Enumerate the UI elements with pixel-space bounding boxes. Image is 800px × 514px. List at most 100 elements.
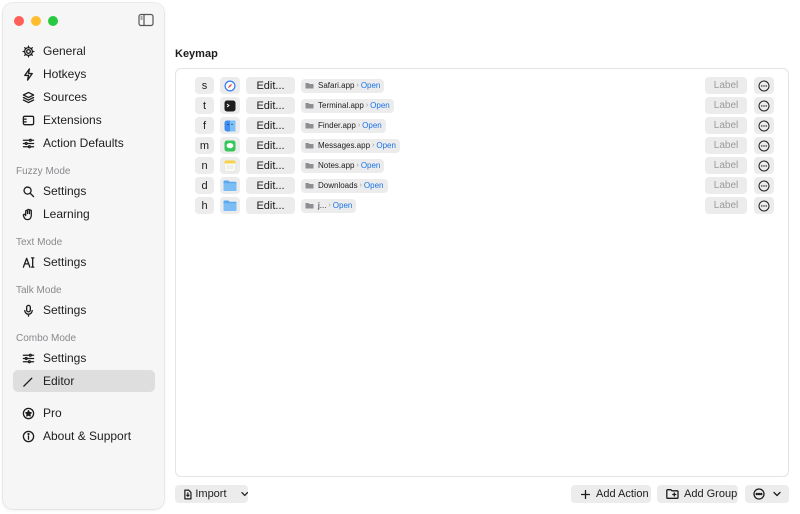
sidebar-item-label: Action Defaults <box>43 136 124 150</box>
path-text: Terminal.app <box>318 101 364 110</box>
edit-button[interactable]: Edit... <box>246 77 295 94</box>
zoom-window-button[interactable] <box>48 16 58 26</box>
sidebar-item-label: General <box>43 44 86 58</box>
open-link[interactable]: Open <box>361 161 381 170</box>
more-options-button[interactable] <box>754 117 774 134</box>
more-options-button[interactable] <box>754 77 774 94</box>
sidebar-item-sources[interactable]: Sources <box>13 86 155 108</box>
sidebar-item-talk-settings[interactable]: Settings <box>13 299 155 321</box>
sidebar-item-about-support[interactable]: About & Support <box>13 425 155 447</box>
key-badge[interactable]: t <box>195 97 214 114</box>
minimize-window-button[interactable] <box>31 16 41 26</box>
edit-button[interactable]: Edit... <box>246 177 295 194</box>
key-badge[interactable]: h <box>195 197 214 214</box>
sidebar-item-combo-settings[interactable]: Settings <box>13 347 155 369</box>
open-link[interactable]: Open <box>364 181 384 190</box>
folder-icon <box>305 103 314 109</box>
path-separator: › <box>356 82 359 89</box>
open-link[interactable]: Open <box>376 141 396 150</box>
sidebar-item-hotkeys[interactable]: Hotkeys <box>13 63 155 85</box>
label-button[interactable]: Label <box>705 117 747 134</box>
add-action-button[interactable]: Add Action <box>571 485 651 503</box>
label-button[interactable]: Label <box>705 97 747 114</box>
sidebar-item-pro[interactable]: Pro <box>13 402 155 424</box>
path-separator: › <box>357 122 361 129</box>
sidebar-item-fuzzy-settings[interactable]: Settings <box>13 180 155 202</box>
close-window-button[interactable] <box>14 16 24 26</box>
sidebar-item-general[interactable]: General <box>13 40 155 62</box>
sidebar-item-label: Settings <box>43 351 87 365</box>
more-actions-menu-button[interactable] <box>745 485 789 503</box>
more-options-button[interactable] <box>754 197 774 214</box>
notes-app-icon <box>220 157 240 174</box>
open-link[interactable]: Open <box>370 101 390 110</box>
key-badge[interactable]: s <box>195 77 214 94</box>
key-badge[interactable]: d <box>195 177 214 194</box>
label-button[interactable]: Label <box>705 77 747 94</box>
path-text: Messages.app <box>318 141 371 150</box>
path-pill: j... › Open <box>301 198 357 213</box>
folder-icon <box>305 163 314 169</box>
edit-button[interactable]: Edit... <box>246 137 295 154</box>
keymap-row: m Edit... Messages.app › Open Label <box>176 137 788 154</box>
folder-plus-icon <box>666 489 679 499</box>
gear-icon <box>21 44 35 58</box>
path-text: Safari.app <box>318 81 355 90</box>
sidebar-item-label: Settings <box>43 303 87 317</box>
keymap-row: d Edit... Downloads › Open Label <box>176 177 788 194</box>
app-window: General Hotkeys Sources Extensions Actio… <box>0 0 800 514</box>
sidebar-item-label: Editor <box>43 374 75 388</box>
page-title: Keymap <box>175 48 218 60</box>
add-group-button[interactable]: Add Group <box>657 485 738 503</box>
path-pill: Downloads › Open <box>301 178 388 193</box>
ellipsis-circle-icon <box>758 120 770 131</box>
label-button[interactable]: Label <box>705 137 747 154</box>
sidebar-item-label: Learning <box>43 207 90 221</box>
sidebar-item-fuzzy-learning[interactable]: Learning <box>13 203 155 225</box>
path-pill: Notes.app › Open <box>301 158 385 173</box>
open-link[interactable]: Open <box>362 121 382 130</box>
more-options-button[interactable] <box>754 177 774 194</box>
more-options-button[interactable] <box>754 97 774 114</box>
label-button[interactable]: Label <box>705 197 747 214</box>
ellipsis-circle-icon <box>758 140 770 151</box>
more-options-button[interactable] <box>754 137 774 154</box>
key-badge[interactable]: m <box>195 137 214 154</box>
path-separator: › <box>365 102 369 109</box>
ellipsis-circle-icon <box>758 100 770 111</box>
edit-button[interactable]: Edit... <box>246 197 295 214</box>
search-icon <box>21 184 35 198</box>
open-link[interactable]: Open <box>333 201 353 210</box>
label-button[interactable]: Label <box>705 157 747 174</box>
keymap-row: n Edit... Notes.app › Open Label <box>176 157 788 174</box>
section-title-text-mode: Text Mode <box>16 237 63 248</box>
sidebar-toggle-icon[interactable] <box>138 13 154 27</box>
folder-icon <box>220 197 240 214</box>
path-pill: Finder.app › Open <box>301 118 386 133</box>
edit-button[interactable]: Edit... <box>246 157 295 174</box>
sidebar-item-label: Settings <box>43 184 87 198</box>
microphone-icon <box>21 303 35 317</box>
folder-icon <box>305 143 314 149</box>
key-badge[interactable]: f <box>195 117 214 134</box>
open-link[interactable]: Open <box>361 81 381 90</box>
plus-icon <box>581 489 590 499</box>
more-options-button[interactable] <box>754 157 774 174</box>
path-text: Notes.app <box>318 161 355 170</box>
add-group-label: Add Group <box>684 488 738 500</box>
sidebar-item-text-settings[interactable]: Settings <box>13 251 155 273</box>
import-button[interactable]: Import <box>175 485 248 503</box>
messages-app-icon <box>220 137 240 154</box>
sidebar-item-label: About & Support <box>43 429 132 443</box>
edit-button[interactable]: Edit... <box>246 117 295 134</box>
path-pill: Terminal.app › Open <box>301 98 394 113</box>
sidebar-item-extensions[interactable]: Extensions <box>13 109 155 131</box>
ellipsis-circle-icon <box>753 488 765 500</box>
path-text: j... <box>318 201 327 210</box>
sidebar-item-action-defaults[interactable]: Action Defaults <box>13 132 155 154</box>
label-button[interactable]: Label <box>705 177 747 194</box>
sidebar-item-combo-editor[interactable]: Editor <box>13 370 155 392</box>
pencil-icon <box>21 374 35 388</box>
edit-button[interactable]: Edit... <box>246 97 295 114</box>
key-badge[interactable]: n <box>195 157 214 174</box>
